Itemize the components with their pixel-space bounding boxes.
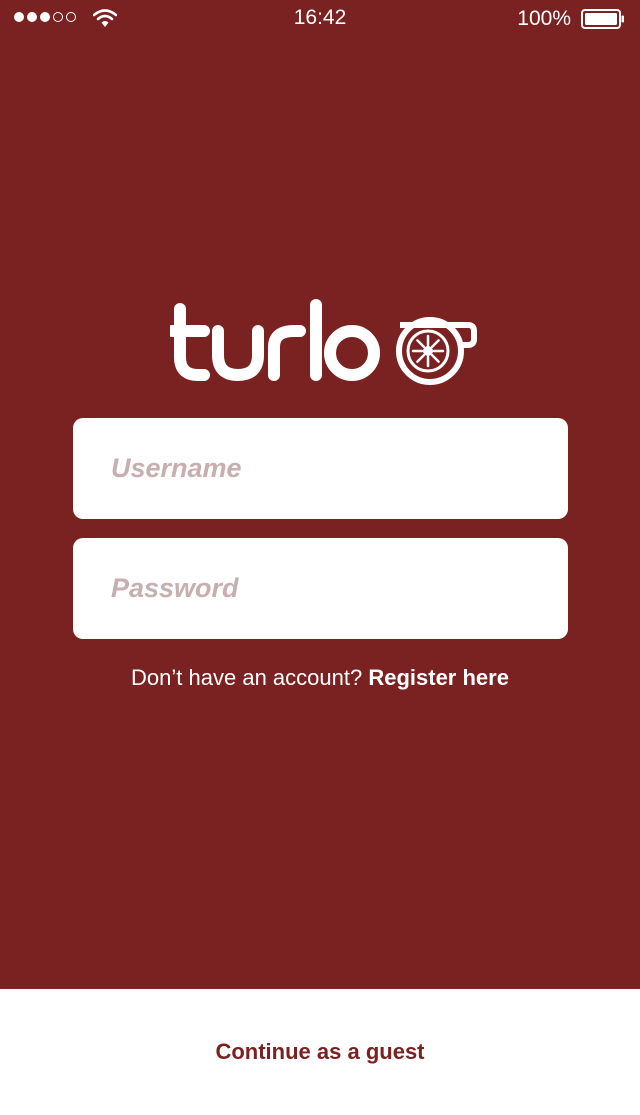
guest-panel: Continue as a guest	[0, 989, 640, 1115]
register-prompt: Don’t have an account? Register here	[0, 664, 640, 692]
username-field[interactable]	[73, 418, 568, 519]
status-bar: 16:42 100%	[0, 0, 640, 40]
continue-as-guest-button[interactable]: Continue as a guest	[0, 989, 640, 1115]
register-link[interactable]: Register here	[368, 665, 509, 690]
password-input[interactable]	[109, 572, 532, 605]
battery-icon	[581, 9, 624, 29]
password-field[interactable]	[73, 538, 568, 639]
turbocharger-icon	[396, 317, 477, 385]
turbo-logo	[170, 299, 477, 385]
username-input[interactable]	[109, 452, 532, 485]
battery-percentage: 100%	[517, 7, 571, 30]
register-prompt-text: Don’t have an account?	[131, 665, 369, 690]
